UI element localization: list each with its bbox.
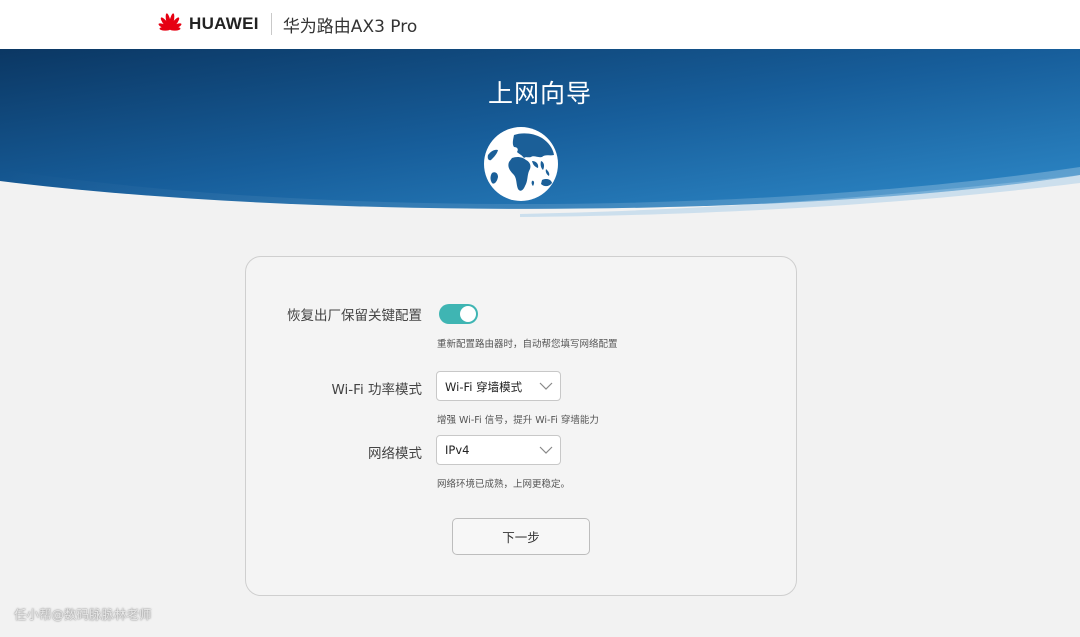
wifi-power-hint: 增强 Wi-Fi 信号，提升 Wi-Fi 穿墙能力	[437, 415, 599, 426]
wizard-title: 上网向导	[487, 79, 592, 108]
product-title: 华为路由AX3 Pro	[282, 16, 418, 37]
restore-config-hint: 重新配置路由器时，自动帮您填写网络配置	[437, 339, 618, 350]
globe-icon	[484, 127, 558, 201]
network-mode-hint: 网络环境已成熟，上网更稳定。	[437, 479, 571, 490]
chevron-down-icon	[539, 446, 553, 454]
top-header: HUAWEI 华为路由AX3 Pro	[0, 0, 1080, 49]
wifi-power-label: Wi-Fi 功率模式	[331, 382, 423, 398]
huawei-logo-icon	[158, 13, 182, 31]
wizard-banner: 上网向导	[0, 49, 1080, 219]
restore-config-toggle[interactable]	[439, 304, 478, 324]
header-divider	[270, 13, 272, 35]
watermark: 任小帮@数码脉脉林老师	[14, 607, 152, 622]
network-mode-value: IPv4	[445, 443, 470, 457]
network-mode-select[interactable]: IPv4	[436, 435, 561, 465]
next-step-button[interactable]: 下一步	[452, 518, 590, 555]
chevron-down-icon	[539, 382, 553, 390]
setup-card: 恢复出厂保留关键配置 重新配置路由器时，自动帮您填写网络配置 Wi-Fi 功率模…	[245, 256, 797, 596]
restore-config-label: 恢复出厂保留关键配置	[287, 308, 422, 324]
wifi-power-value: Wi-Fi 穿墙模式	[445, 380, 523, 394]
brand-name: HUAWEI	[189, 14, 259, 33]
brand: HUAWEI 华为路由AX3 Pro	[156, 11, 417, 37]
wifi-power-select[interactable]: Wi-Fi 穿墙模式	[436, 371, 561, 401]
network-mode-label: 网络模式	[368, 446, 422, 462]
toggle-knob	[460, 306, 476, 322]
